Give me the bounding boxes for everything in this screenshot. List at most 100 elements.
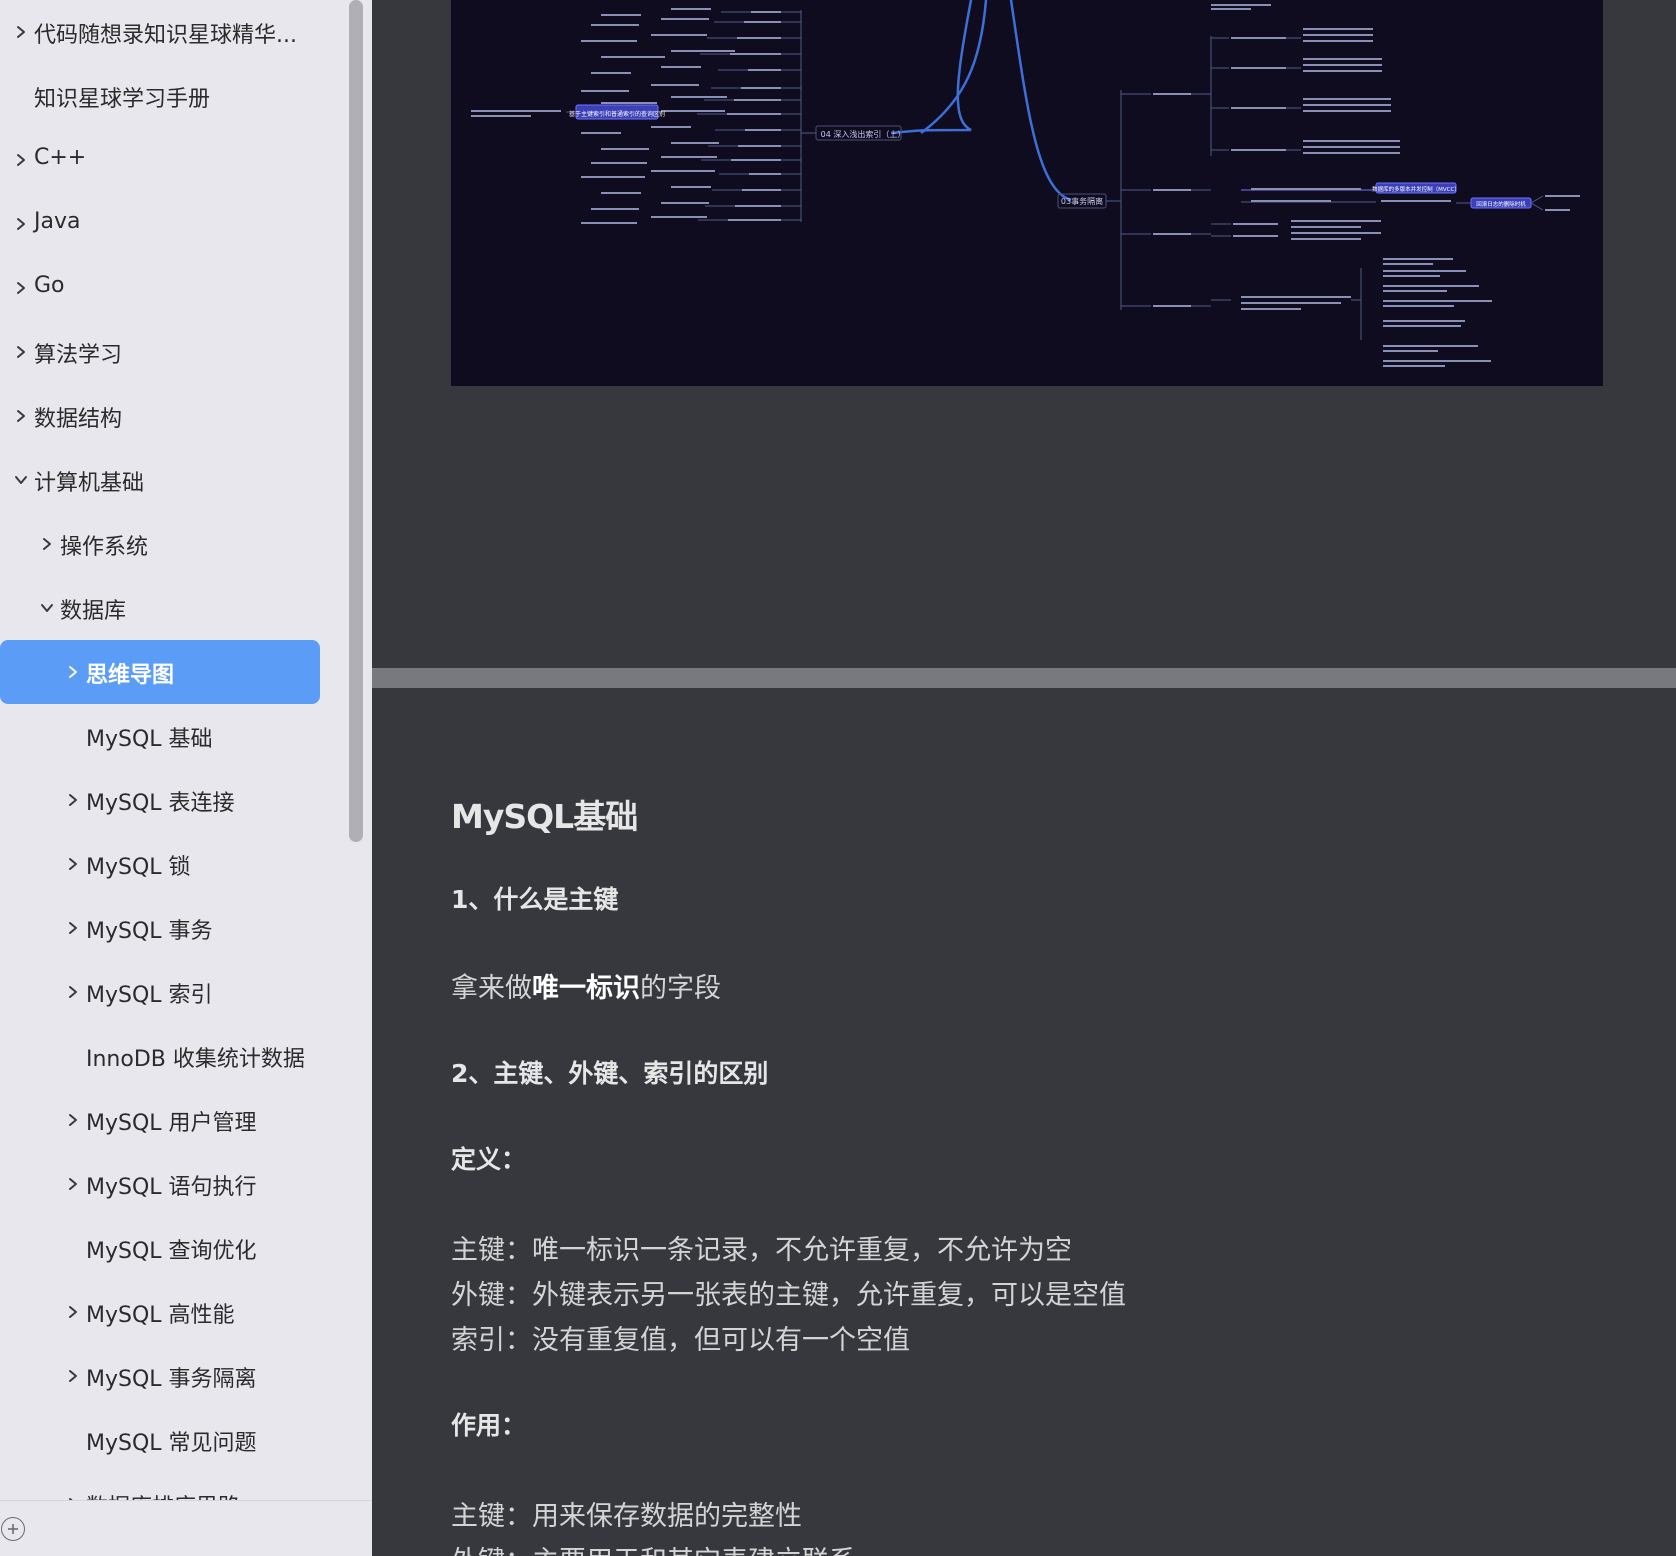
chevron-right-icon[interactable] <box>10 213 32 235</box>
mindmap-branch <box>1009 0 1072 202</box>
mindmap-text <box>1383 305 1454 307</box>
sidebar-item-zhishi-jinghua[interactable]: 代码随想录知识星球精华... <box>0 0 346 64</box>
chevron-right-icon[interactable] <box>62 853 84 875</box>
mindmap-text <box>651 84 699 86</box>
sidebar-item-mysql-geli[interactable]: MySQL 事务隔离 <box>0 1344 346 1408</box>
mindmap-text <box>581 222 637 224</box>
usage-heading: 作用： <box>451 1411 527 1440</box>
mindmap-text <box>1303 40 1373 42</box>
sidebar-item-mysql-shiwu[interactable]: MySQL 事务 <box>0 896 346 960</box>
sidebar-item-innodb-tongji[interactable]: InnoDB 收集统计数据 <box>0 1024 346 1088</box>
mindmap-text <box>591 72 631 74</box>
mindmap-text <box>741 87 781 89</box>
chevron-right-icon[interactable] <box>62 917 84 939</box>
sidebar-item-jisuanji-jichu[interactable]: 计算机基础 <box>0 448 346 512</box>
mindmap-text <box>1383 365 1445 367</box>
mindmap-text <box>1153 93 1191 95</box>
mindmap-text <box>601 14 641 16</box>
sidebar-item-siwei-daotu[interactable]: 思维导图 <box>0 640 320 704</box>
chevron-right-icon[interactable] <box>10 21 32 43</box>
mindmap-text <box>661 202 709 204</box>
sidebar-item-java[interactable]: Java <box>0 192 346 256</box>
sidebar-item-mysql-wenti[interactable]: MySQL 常见问题 <box>0 1408 346 1472</box>
mindmap-text <box>1251 188 1361 190</box>
page-separator <box>372 668 1676 688</box>
sidebar-item-caozuo-xitong[interactable]: 操作系统 <box>0 512 346 576</box>
mindmap-text <box>744 21 781 23</box>
sidebar-item-cpp[interactable]: C++ <box>0 128 346 192</box>
mindmap-text <box>1303 28 1373 30</box>
mindmap-text <box>601 56 665 58</box>
mindmap-label-right-main: 数据库的多版本并发控制（MVCC） <box>1372 185 1460 193</box>
add-page-button[interactable] <box>1 1517 25 1541</box>
sidebar-scrollbar-thumb[interactable] <box>349 0 363 842</box>
sidebar-item-mysql-chaxun[interactable]: MySQL 查询优化 <box>0 1216 346 1280</box>
mindmap-text <box>745 129 781 131</box>
mindmap-branch <box>920 0 988 135</box>
definition-line: 主键：唯一标识一条记录，不允许重复，不允许为空 <box>451 1235 1072 1266</box>
sidebar-item-shuju-jiegou[interactable]: 数据结构 <box>0 384 346 448</box>
sidebar-item-label: MySQL 语句执行 <box>86 1175 257 1200</box>
sidebar-item-suanfa[interactable]: 算法学习 <box>0 320 346 384</box>
chevron-right-icon[interactable] <box>62 1109 84 1131</box>
mindmap-text <box>661 66 701 68</box>
mindmap-text <box>1383 290 1447 292</box>
mindmap-text <box>591 24 639 26</box>
sidebar-item-mysql-suoyin[interactable]: MySQL 索引 <box>0 960 346 1024</box>
chevron-right-icon[interactable] <box>62 1365 84 1387</box>
mindmap-text <box>601 148 649 150</box>
mindmap-text <box>1241 302 1341 304</box>
chevron-right-icon[interactable] <box>62 1173 84 1195</box>
mindmap-text <box>1383 263 1433 265</box>
mindmap-connector <box>1530 202 1544 211</box>
chevron-right-icon[interactable] <box>10 277 32 299</box>
mindmap-text <box>471 110 561 112</box>
sidebar-item-mysql-biao-lianjie[interactable]: MySQL 表连接 <box>0 768 346 832</box>
mindmap-text <box>742 189 781 191</box>
chevron-down-icon[interactable] <box>10 469 32 491</box>
mindmap-text <box>1153 305 1191 307</box>
sidebar-item-mysql-suo[interactable]: MySQL 锁 <box>0 832 346 896</box>
mindmap-label-left-main: 基于主键索引和普通索引的查询区别 <box>569 110 665 118</box>
sidebar-item-label: MySQL 用户管理 <box>86 1111 257 1136</box>
mindmap-label-center-left: 04 深入浅出索引（上） <box>821 129 906 139</box>
mindmap-text <box>581 40 637 42</box>
sidebar-item-mysql-jichu[interactable]: MySQL 基础 <box>0 704 346 768</box>
sidebar-item-label: 思维导图 <box>86 663 175 688</box>
mindmap-text <box>1303 140 1400 142</box>
mindmap-text <box>727 113 781 115</box>
sidebar-item-xuexi-shouce[interactable]: 知识星球学习手册 <box>0 64 346 128</box>
chevron-right-icon[interactable] <box>10 405 32 427</box>
mindmap-text <box>1383 320 1465 322</box>
sidebar-item-go[interactable]: Go <box>0 256 346 320</box>
sidebar: 代码随想录知识星球精华... 知识星球学习手册 C++ Java Go 算法学习 数据结构计… <box>0 0 372 1556</box>
chevron-down-icon[interactable] <box>36 597 58 619</box>
mindmap-text <box>1303 110 1391 112</box>
mindmap-text <box>1383 300 1492 302</box>
chevron-right-icon[interactable] <box>62 981 84 1003</box>
sidebar-item-mysql-gaoxingneng[interactable]: MySQL 高性能 <box>0 1280 346 1344</box>
mindmap-text <box>735 205 781 207</box>
sidebar-item-mysql-yuju[interactable]: MySQL 语句执行 <box>0 1152 346 1216</box>
usage-line: 主键：用来保存数据的完整性 <box>451 1501 802 1532</box>
mindmap-text <box>1383 325 1461 327</box>
mindmap-text <box>1233 235 1278 237</box>
mindmap-text <box>1383 258 1453 260</box>
sidebar-item-shujuku[interactable]: 数据库 <box>0 576 346 640</box>
sidebar-item-label: MySQL 事务 <box>86 919 213 944</box>
mindmap-text <box>591 208 639 210</box>
sidebar-item-label: 知识星球学习手册 <box>34 87 211 112</box>
mindmap-text <box>1383 345 1478 347</box>
mindmap-text <box>1153 189 1191 191</box>
chevron-right-icon[interactable] <box>62 661 84 683</box>
mindmap-text <box>737 37 781 39</box>
sidebar-item-mysql-yonghu[interactable]: MySQL 用户管理 <box>0 1088 346 1152</box>
sidebar-item-label: Java <box>34 209 81 234</box>
sidebar-item-label: MySQL 锁 <box>86 855 191 880</box>
chevron-right-icon[interactable] <box>36 533 58 555</box>
chevron-right-icon[interactable] <box>10 149 32 171</box>
sidebar-item-label: MySQL 事务隔离 <box>86 1367 257 1392</box>
chevron-right-icon[interactable] <box>62 1301 84 1323</box>
chevron-right-icon[interactable] <box>62 789 84 811</box>
chevron-right-icon[interactable] <box>10 341 32 363</box>
